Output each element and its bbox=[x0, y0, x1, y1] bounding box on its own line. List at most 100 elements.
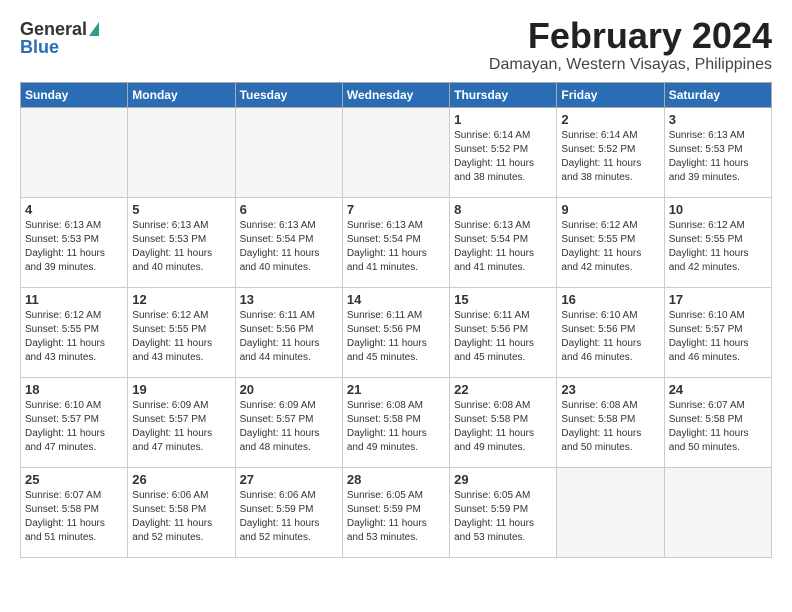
weekday-monday: Monday bbox=[128, 82, 235, 107]
day-number: 25 bbox=[25, 472, 123, 487]
calendar-cell bbox=[557, 467, 664, 557]
calendar-cell: 4 Sunrise: 6:13 AM Sunset: 5:53 PM Daylig… bbox=[21, 197, 128, 287]
calendar-cell: 16Sunrise: 6:10 AM Sunset: 5:56 PM Dayli… bbox=[557, 287, 664, 377]
day-number: 7 bbox=[347, 202, 445, 217]
calendar-cell: 25 Sunrise: 6:07 AM Sunset: 5:58 PM Dayli… bbox=[21, 467, 128, 557]
day-info: Sunrise: 6:13 AM Sunset: 5:53 PM Dayligh… bbox=[132, 219, 230, 275]
day-info: Sunrise: 6:11 AM Sunset: 5:56 PM Dayligh… bbox=[240, 309, 338, 365]
calendar-cell: 9 Sunrise: 6:12 AM Sunset: 5:55 PM Daylig… bbox=[557, 197, 664, 287]
calendar-cell: 12 Sunrise: 6:12 AM Sunset: 5:55 PM Dayli… bbox=[128, 287, 235, 377]
day-info: Sunrise: 6:14 AM Sunset: 5:52 PM Dayligh… bbox=[561, 129, 659, 185]
day-number: 2 bbox=[561, 112, 659, 127]
week-row-2: 4 Sunrise: 6:13 AM Sunset: 5:53 PM Daylig… bbox=[21, 197, 772, 287]
day-number: 19 bbox=[132, 382, 230, 397]
day-number: 12 bbox=[132, 292, 230, 307]
calendar-cell: 3 Sunrise: 6:13 AM Sunset: 5:53 PM Daylig… bbox=[664, 107, 771, 197]
weekday-thursday: Thursday bbox=[450, 82, 557, 107]
calendar-cell bbox=[664, 467, 771, 557]
calendar-cell: 11Sunrise: 6:12 AM Sunset: 5:55 PM Dayli… bbox=[21, 287, 128, 377]
day-info: Sunrise: 6:10 AM Sunset: 5:56 PM Dayligh… bbox=[561, 309, 659, 365]
calendar-cell: 18 Sunrise: 6:10 AM Sunset: 5:57 PM Dayli… bbox=[21, 377, 128, 467]
weekday-sunday: Sunday bbox=[21, 82, 128, 107]
weekday-saturday: Saturday bbox=[664, 82, 771, 107]
week-row-5: 25 Sunrise: 6:07 AM Sunset: 5:58 PM Dayli… bbox=[21, 467, 772, 557]
day-info: Sunrise: 6:13 AM Sunset: 5:54 PM Dayligh… bbox=[347, 219, 445, 275]
calendar-cell: 6 Sunrise: 6:13 AM Sunset: 5:54 PM Daylig… bbox=[235, 197, 342, 287]
logo-triangle-icon bbox=[89, 22, 99, 36]
day-info: Sunrise: 6:11 AM Sunset: 5:56 PM Dayligh… bbox=[347, 309, 445, 365]
day-number: 11 bbox=[25, 292, 123, 307]
day-info: Sunrise: 6:05 AM Sunset: 5:59 PM Dayligh… bbox=[454, 489, 552, 545]
day-info: Sunrise: 6:12 AM Sunset: 5:55 PM Dayligh… bbox=[561, 219, 659, 275]
calendar-cell: 14 Sunrise: 6:11 AM Sunset: 5:56 PM Dayli… bbox=[342, 287, 449, 377]
day-number: 27 bbox=[240, 472, 338, 487]
day-number: 17 bbox=[669, 292, 767, 307]
day-info: Sunrise: 6:09 AM Sunset: 5:57 PM Dayligh… bbox=[132, 399, 230, 455]
day-number: 4 bbox=[25, 202, 123, 217]
day-info: Sunrise: 6:13 AM Sunset: 5:54 PM Dayligh… bbox=[454, 219, 552, 275]
day-info: Sunrise: 6:07 AM Sunset: 5:58 PM Dayligh… bbox=[669, 399, 767, 455]
day-info: Sunrise: 6:08 AM Sunset: 5:58 PM Dayligh… bbox=[561, 399, 659, 455]
day-info: Sunrise: 6:09 AM Sunset: 5:57 PM Dayligh… bbox=[240, 399, 338, 455]
title-block: February 2024 Damayan, Western Visayas, … bbox=[489, 16, 772, 74]
day-info: Sunrise: 6:13 AM Sunset: 5:54 PM Dayligh… bbox=[240, 219, 338, 275]
logo: General Blue bbox=[20, 20, 99, 56]
calendar-cell: 15Sunrise: 6:11 AM Sunset: 5:56 PM Dayli… bbox=[450, 287, 557, 377]
day-number: 3 bbox=[669, 112, 767, 127]
calendar-cell: 22Sunrise: 6:08 AM Sunset: 5:58 PM Dayli… bbox=[450, 377, 557, 467]
calendar-cell: 5Sunrise: 6:13 AM Sunset: 5:53 PM Daylig… bbox=[128, 197, 235, 287]
calendar-location: Damayan, Western Visayas, Philippines bbox=[489, 56, 772, 74]
page-header: General Blue February 2024 Damayan, West… bbox=[20, 16, 772, 74]
day-number: 26 bbox=[132, 472, 230, 487]
weekday-wednesday: Wednesday bbox=[342, 82, 449, 107]
day-info: Sunrise: 6:10 AM Sunset: 5:57 PM Dayligh… bbox=[669, 309, 767, 365]
calendar-title: February 2024 bbox=[489, 16, 772, 56]
weekday-friday: Friday bbox=[557, 82, 664, 107]
day-info: Sunrise: 6:14 AM Sunset: 5:52 PM Dayligh… bbox=[454, 129, 552, 185]
day-info: Sunrise: 6:12 AM Sunset: 5:55 PM Dayligh… bbox=[132, 309, 230, 365]
calendar-table: SundayMondayTuesdayWednesdayThursdayFrid… bbox=[20, 82, 772, 558]
day-info: Sunrise: 6:10 AM Sunset: 5:57 PM Dayligh… bbox=[25, 399, 123, 455]
calendar-cell bbox=[342, 107, 449, 197]
weekday-header-row: SundayMondayTuesdayWednesdayThursdayFrid… bbox=[21, 82, 772, 107]
day-info: Sunrise: 6:06 AM Sunset: 5:59 PM Dayligh… bbox=[240, 489, 338, 545]
calendar-body: 1Sunrise: 6:14 AM Sunset: 5:52 PM Daylig… bbox=[21, 107, 772, 557]
calendar-cell: 13 Sunrise: 6:11 AM Sunset: 5:56 PM Dayli… bbox=[235, 287, 342, 377]
day-number: 24 bbox=[669, 382, 767, 397]
calendar-cell: 26 Sunrise: 6:06 AM Sunset: 5:58 PM Dayli… bbox=[128, 467, 235, 557]
calendar-cell: 10 Sunrise: 6:12 AM Sunset: 5:55 PM Dayli… bbox=[664, 197, 771, 287]
calendar-cell bbox=[21, 107, 128, 197]
logo-general-text: General bbox=[20, 20, 87, 38]
day-info: Sunrise: 6:06 AM Sunset: 5:58 PM Dayligh… bbox=[132, 489, 230, 545]
day-info: Sunrise: 6:07 AM Sunset: 5:58 PM Dayligh… bbox=[25, 489, 123, 545]
day-number: 13 bbox=[240, 292, 338, 307]
day-number: 9 bbox=[561, 202, 659, 217]
calendar-cell bbox=[235, 107, 342, 197]
day-number: 29 bbox=[454, 472, 552, 487]
day-info: Sunrise: 6:11 AM Sunset: 5:56 PM Dayligh… bbox=[454, 309, 552, 365]
day-info: Sunrise: 6:08 AM Sunset: 5:58 PM Dayligh… bbox=[454, 399, 552, 455]
day-number: 6 bbox=[240, 202, 338, 217]
day-number: 18 bbox=[25, 382, 123, 397]
day-info: Sunrise: 6:13 AM Sunset: 5:53 PM Dayligh… bbox=[669, 129, 767, 185]
calendar-cell: 19 Sunrise: 6:09 AM Sunset: 5:57 PM Dayli… bbox=[128, 377, 235, 467]
day-number: 10 bbox=[669, 202, 767, 217]
calendar-cell: 27 Sunrise: 6:06 AM Sunset: 5:59 PM Dayli… bbox=[235, 467, 342, 557]
weekday-tuesday: Tuesday bbox=[235, 82, 342, 107]
day-info: Sunrise: 6:12 AM Sunset: 5:55 PM Dayligh… bbox=[669, 219, 767, 275]
calendar-cell: 29 Sunrise: 6:05 AM Sunset: 5:59 PM Dayli… bbox=[450, 467, 557, 557]
calendar-cell: 1Sunrise: 6:14 AM Sunset: 5:52 PM Daylig… bbox=[450, 107, 557, 197]
day-number: 8 bbox=[454, 202, 552, 217]
week-row-4: 18 Sunrise: 6:10 AM Sunset: 5:57 PM Dayli… bbox=[21, 377, 772, 467]
day-info: Sunrise: 6:13 AM Sunset: 5:53 PM Dayligh… bbox=[25, 219, 123, 275]
week-row-3: 11 Sunrise: 6:12 AM Sunset: 5:55 PM Dayli… bbox=[21, 287, 772, 377]
week-row-1: 1Sunrise: 6:14 AM Sunset: 5:52 PM Daylig… bbox=[21, 107, 772, 197]
calendar-cell: 21Sunrise: 6:08 AM Sunset: 5:58 PM Dayli… bbox=[342, 377, 449, 467]
day-number: 20 bbox=[240, 382, 338, 397]
day-number: 14 bbox=[347, 292, 445, 307]
calendar-cell: 28Sunrise: 6:05 AM Sunset: 5:59 PM Dayli… bbox=[342, 467, 449, 557]
calendar-cell: 7 Sunrise: 6:13 AM Sunset: 5:54 PM Daylig… bbox=[342, 197, 449, 287]
calendar-cell: 17 Sunrise: 6:10 AM Sunset: 5:57 PM Dayli… bbox=[664, 287, 771, 377]
calendar-cell: 2 Sunrise: 6:14 AM Sunset: 5:52 PM Daylig… bbox=[557, 107, 664, 197]
calendar-cell: 20 Sunrise: 6:09 AM Sunset: 5:57 PM Dayli… bbox=[235, 377, 342, 467]
